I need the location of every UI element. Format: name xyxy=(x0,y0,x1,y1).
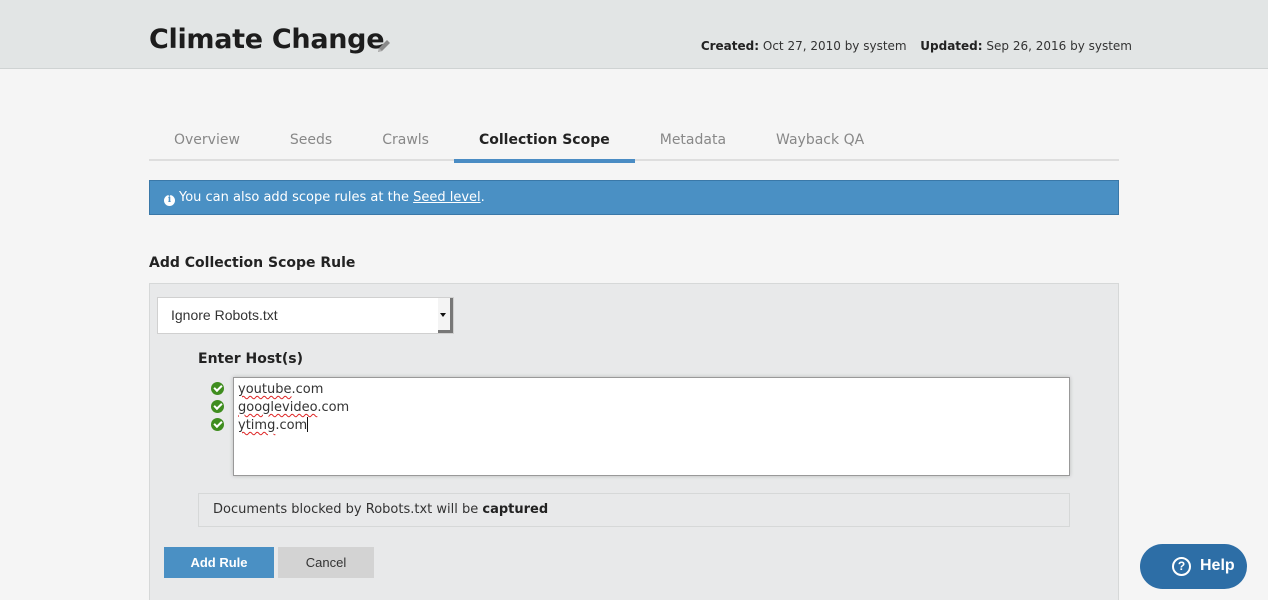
tab-wayback-qa[interactable]: Wayback QA xyxy=(751,120,889,161)
created-label: Created: xyxy=(700,39,760,53)
updated-value: Sep 26, 2016 by system xyxy=(986,39,1132,53)
page-title: Climate Change xyxy=(149,24,385,55)
check-circle-icon xyxy=(211,382,224,395)
question-circle-icon: ? xyxy=(1172,557,1191,576)
host-validation-icons xyxy=(211,382,224,436)
created-value: Oct 27, 2010 by system xyxy=(762,39,907,53)
alert-text: You can also add scope rules at the xyxy=(179,190,414,205)
text-caret xyxy=(307,417,309,432)
tab-collection-scope[interactable]: Collection Scope xyxy=(453,120,635,163)
created-updated-info: Created: Oct 27, 2010 by system Updated:… xyxy=(701,39,1132,53)
host-line: ytimg.com xyxy=(238,417,309,433)
tab-crawls[interactable]: Crawls xyxy=(357,120,454,161)
rule-description: Documents blocked by Robots.txt will be … xyxy=(198,493,1070,527)
seed-level-link[interactable]: Seed level xyxy=(413,190,481,205)
check-circle-icon xyxy=(211,418,224,431)
hosts-textarea[interactable]: youtube.com googlevideo.com ytimg.com xyxy=(233,377,1070,476)
host-line: googlevideo.com xyxy=(238,400,350,415)
tab-metadata[interactable]: Metadata xyxy=(635,120,751,161)
host-line: youtube.com xyxy=(238,382,324,397)
tab-overview[interactable]: Overview xyxy=(149,120,265,161)
add-rule-button[interactable]: Add Rule xyxy=(164,547,274,578)
section-title: Add Collection Scope Rule xyxy=(149,255,356,271)
collection-tabs: Overview Seeds Crawls Collection Scope M… xyxy=(149,120,1119,163)
help-label: Help xyxy=(1200,557,1235,574)
cancel-button[interactable]: Cancel xyxy=(278,547,374,578)
hosts-label: Enter Host(s) xyxy=(198,351,303,367)
info-alert: i You can also add scope rules at the See… xyxy=(149,180,1119,215)
tab-seeds[interactable]: Seeds xyxy=(265,120,357,161)
dropdown-arrow-icon xyxy=(440,313,446,317)
page-header: Climate Change Created: Oct 27, 2010 by … xyxy=(0,0,1268,69)
rule-description-emphasis: captured xyxy=(482,502,549,517)
help-button[interactable]: ? Help xyxy=(1140,544,1247,589)
info-icon: i xyxy=(164,195,175,206)
pencil-icon[interactable] xyxy=(375,37,393,55)
updated-label: Updated: xyxy=(920,39,983,53)
rule-type-value: Ignore Robots.txt xyxy=(171,307,278,323)
rule-type-select[interactable]: Ignore Robots.txt xyxy=(157,297,454,334)
check-circle-icon xyxy=(211,400,224,413)
